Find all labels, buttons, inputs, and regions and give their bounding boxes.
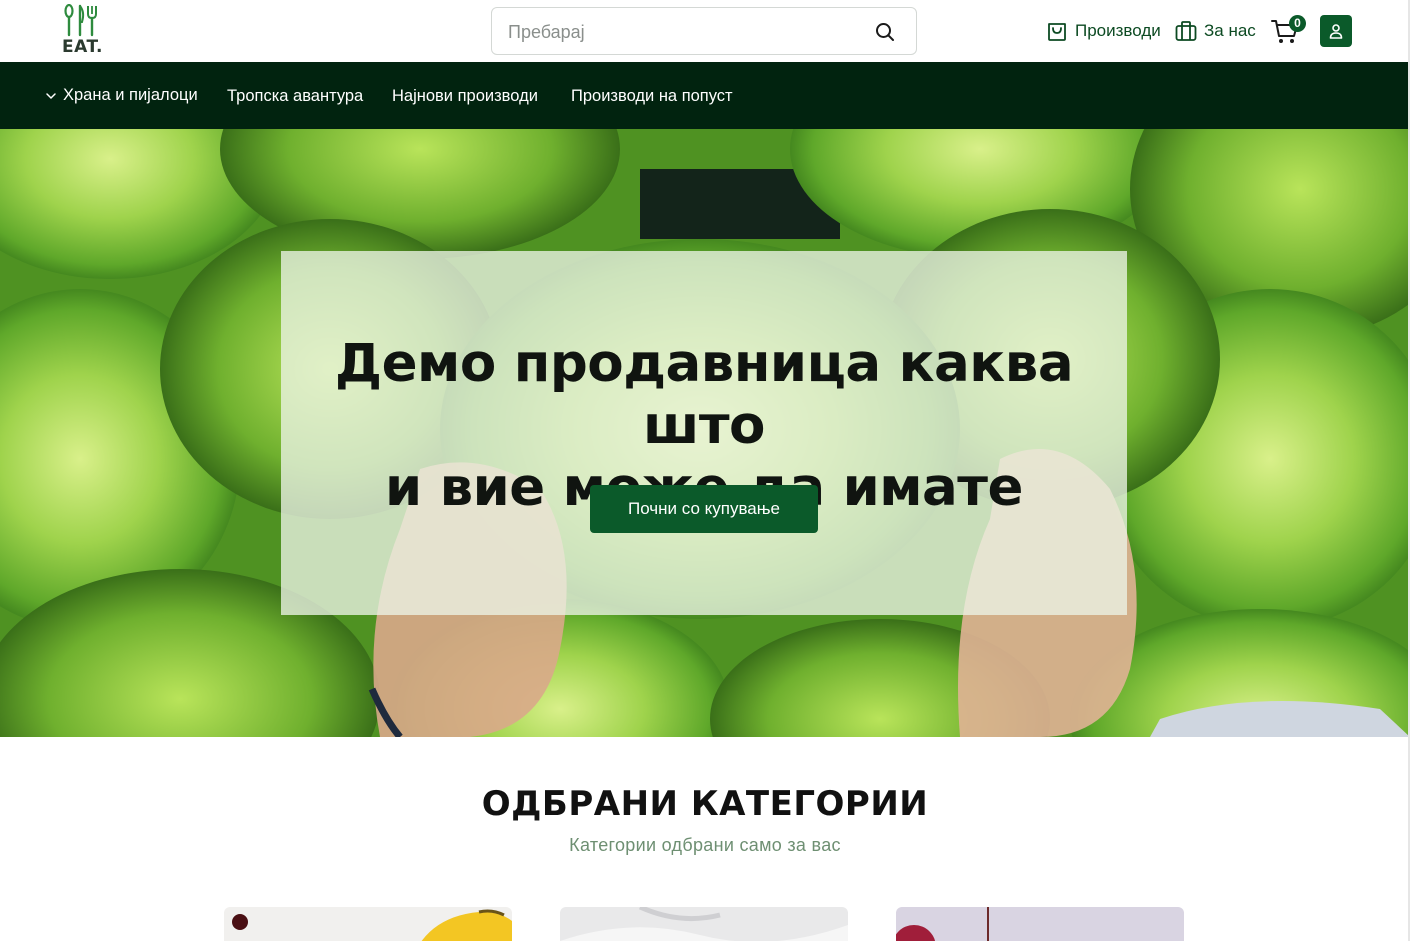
briefcase-icon	[1175, 21, 1197, 41]
logo-text: EAT.	[62, 37, 103, 57]
about-link[interactable]: За нас	[1174, 18, 1256, 44]
category-card[interactable]	[896, 907, 1184, 941]
chevron-down-icon	[46, 92, 56, 99]
about-label: За нас	[1204, 21, 1256, 40]
category-card[interactable]	[560, 907, 848, 941]
category-image	[224, 907, 512, 941]
category-image	[896, 907, 1184, 941]
main-menu: Храна и пијалоци Тропска авантура Најнов…	[0, 62, 1410, 129]
search-input[interactable]	[508, 19, 848, 45]
hero-title-line1: Демо продавница каква што	[334, 333, 1074, 456]
menu-item-label: Најнови производи	[392, 87, 538, 105]
account-button[interactable]	[1320, 15, 1352, 47]
categories-subtitle: Категории одбрани само за вас	[569, 835, 841, 855]
menu-item-newest[interactable]: Најнови производи	[392, 87, 538, 106]
top-header: EAT. Производи За нас	[0, 0, 1410, 62]
site-logo[interactable]: EAT.	[60, 3, 103, 57]
start-shopping-button[interactable]: Почни со купување	[590, 485, 818, 533]
category-image	[560, 907, 848, 941]
hero-card: Демо продавница каква што и вие може да …	[281, 251, 1127, 615]
menu-item-discounted[interactable]: Производи на попуст	[571, 87, 733, 106]
menu-item-label: Храна и пијалоци	[63, 86, 198, 104]
user-icon	[1329, 24, 1343, 39]
cart-button[interactable]: 0	[1270, 15, 1306, 46]
menu-item-label: Производи на попуст	[571, 87, 733, 105]
hero-banner: Демо продавница каква што и вие може да …	[0, 129, 1410, 737]
category-card[interactable]	[224, 907, 512, 941]
cart-count-badge: 0	[1289, 15, 1306, 32]
products-label: Производи	[1075, 21, 1161, 40]
products-link[interactable]: Производи	[1045, 18, 1161, 44]
menu-item-food-drinks[interactable]: Храна и пијалоци	[45, 86, 198, 105]
menu-item-tropical[interactable]: Тропска авантура	[227, 87, 363, 106]
cutlery-logo-icon	[64, 3, 97, 37]
search-box	[491, 7, 917, 55]
menu-item-label: Тропска авантура	[227, 87, 364, 105]
shopping-bag-icon	[1048, 23, 1066, 41]
search-icon[interactable]	[874, 21, 896, 43]
categories-title: ОДБРАНИ КАТЕГОРИИ	[481, 784, 929, 824]
